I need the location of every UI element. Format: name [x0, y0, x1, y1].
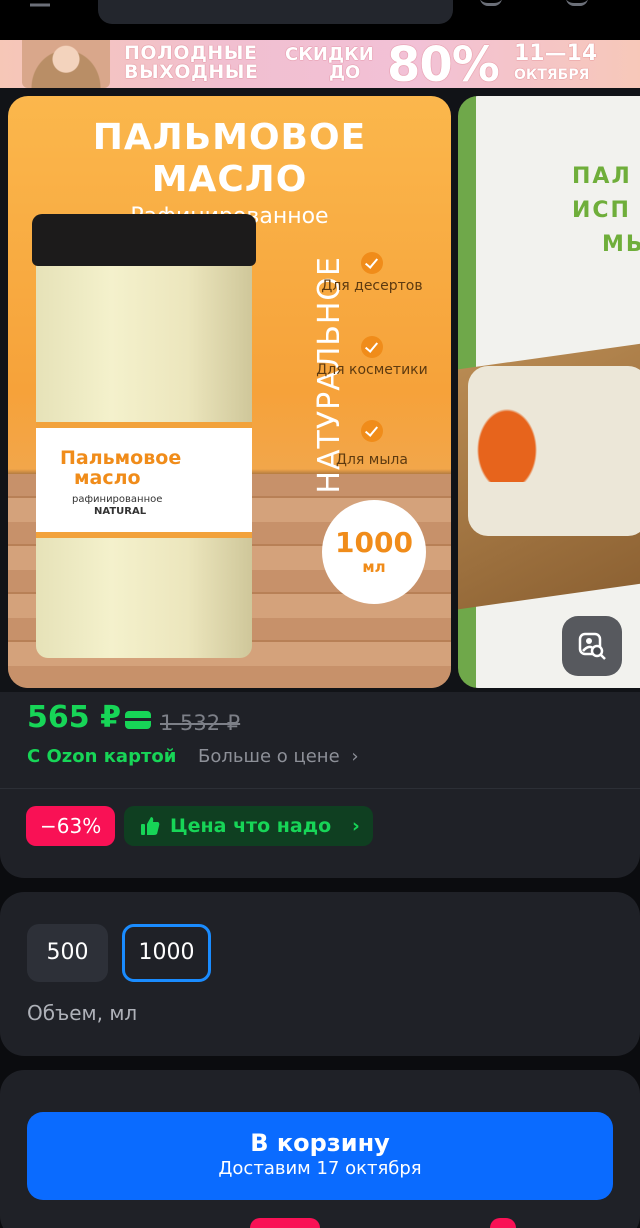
price-card: 565 ₽ 1 532 ₽ С Ozon картой Больше о цен… [0, 692, 640, 878]
check-icon [361, 252, 383, 274]
banner-model-image [22, 40, 110, 88]
more-about-price-label: Больше о цене [198, 746, 340, 767]
chevron-right-icon: › [351, 746, 359, 767]
jar-label-line1: Пальмовое [60, 447, 182, 469]
image-search-icon [578, 632, 606, 660]
good-price-label: Цена что надо [170, 815, 332, 837]
volume-option-500[interactable]: 500 [27, 924, 108, 982]
check-icon [361, 420, 383, 442]
jar-label-line4: NATURAL [94, 506, 147, 517]
add-to-cart-label: В корзину [250, 1129, 390, 1157]
feature-soap: Для мыла [336, 452, 408, 468]
check-icon [361, 336, 383, 358]
volume-selector-card: 500 1000 Объем, мл [0, 892, 640, 1056]
add-to-cart-button[interactable]: В корзину Доставим 17 октября [27, 1112, 613, 1200]
more-about-price-link[interactable]: Больше о цене › [198, 746, 359, 768]
jar-label-line2: масло [74, 467, 141, 489]
good-price-badge[interactable]: Цена что надо › [124, 806, 373, 846]
feature-desserts: Для десертов [321, 278, 423, 294]
divider [0, 788, 640, 789]
jar-label: Пальмовое масло рафинированное NATURAL [36, 422, 252, 538]
image-search-button[interactable] [562, 616, 622, 676]
volume-unit: мл [362, 558, 386, 576]
flower-image [472, 402, 542, 482]
banner-title: ПОЛОДНЫЕ ВЫХОДНЫЕ [124, 44, 258, 82]
volume-number: 1000 [335, 526, 413, 559]
ozon-card-label: С Ozon картой [27, 746, 177, 767]
badge-peek [490, 1218, 516, 1228]
banner-dates: 11—14 [514, 41, 598, 66]
banner-line2: ВЫХОДНЫЕ [124, 61, 259, 83]
ozon-card-icon [125, 711, 151, 729]
top-bar [0, 0, 640, 40]
product-gallery[interactable]: ПАЛЬМОВОЕ МАСЛО Рафинированное Пальмовое… [0, 88, 640, 692]
slide2-line2: ИСП [572, 198, 631, 223]
favorite-icon[interactable] [566, 0, 588, 6]
delivery-date-label: Доставим 17 октября [218, 1158, 422, 1179]
slide-title-line2: МАСЛО [151, 159, 308, 200]
slide2-line3: МЫ [602, 232, 640, 257]
volume-badge: 1000 мл [322, 500, 426, 604]
volume-caption: Объем, мл [27, 1001, 138, 1025]
old-price: 1 532 ₽ [160, 711, 241, 735]
slide-title-line1: ПАЛЬМОВОЕ [92, 117, 367, 158]
discount-badge: −63% [26, 806, 116, 846]
current-price: 565 ₽ [27, 700, 121, 735]
slide2-line1: ПАЛ [572, 164, 632, 189]
share-icon[interactable] [480, 0, 502, 6]
volume-option-1000[interactable]: 1000 [122, 924, 211, 982]
jar-lid [32, 214, 256, 266]
feature-cosmetics: Для косметики [316, 362, 428, 378]
promo-banner[interactable]: ПОЛОДНЫЕ ВЫХОДНЫЕ СКИДКИ ДО 80% 11—14 ОК… [0, 40, 640, 88]
vertical-caption: НАТУРАЛЬНОЕ [272, 256, 347, 536]
back-arrow-icon[interactable] [28, 0, 52, 7]
chevron-right-icon: › [352, 815, 360, 837]
banner-sale-text: СКИДКИ ДО [285, 46, 374, 82]
jar-label-line3: рафинированное [72, 494, 163, 505]
banner-month: ОКТЯБРЯ [514, 67, 590, 83]
search-input[interactable] [98, 0, 453, 24]
thumbs-up-icon [141, 817, 160, 835]
gallery-slide-2[interactable]: ПАЛ ИСП МЫ [458, 96, 640, 688]
gallery-slide-1[interactable]: ПАЛЬМОВОЕ МАСЛО Рафинированное Пальмовое… [8, 96, 451, 688]
banner-sale2: ДО [329, 62, 361, 83]
discount-badge-peek [250, 1218, 320, 1228]
banner-sale-percent: 80% [387, 40, 500, 88]
vertical-caption-text: НАТУРАЛЬНОЕ [312, 256, 347, 494]
